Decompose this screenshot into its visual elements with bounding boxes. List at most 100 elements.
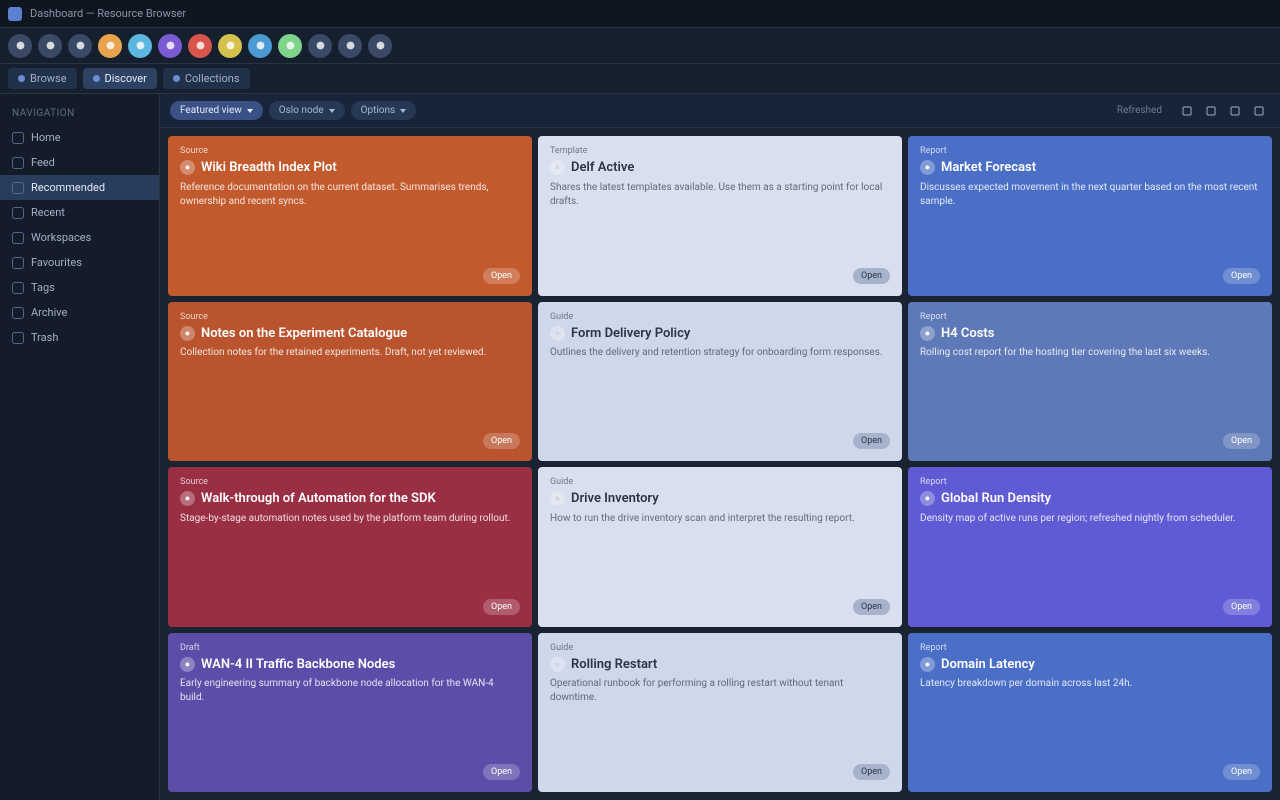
card-title: Global Run Density xyxy=(941,491,1051,507)
card-grid[interactable]: Source ● Wiki Breadth Index Plot Reference … xyxy=(160,128,1280,800)
tab-label: Browse xyxy=(30,72,67,85)
toolbar xyxy=(0,28,1280,64)
card-open-button[interactable]: Open xyxy=(1223,433,1260,449)
trash-icon xyxy=(12,332,24,344)
filter-featured-view[interactable]: Featured view xyxy=(170,101,263,120)
card-desc: Shares the latest templates available. U… xyxy=(550,181,890,262)
app-icon xyxy=(8,7,22,21)
card-desc: Operational runbook for performing a rol… xyxy=(550,677,890,758)
status-label: Refreshed xyxy=(1117,105,1162,116)
grid-view-icon[interactable] xyxy=(1176,100,1198,122)
card[interactable]: Source●Notes on the Experiment Catalogue… xyxy=(168,302,532,462)
card-title: Rolling Restart xyxy=(571,657,657,673)
help-icon[interactable] xyxy=(368,34,392,58)
stack-icon xyxy=(173,75,180,82)
sidebar-item-tags[interactable]: Tags xyxy=(0,275,159,300)
sync-icon[interactable] xyxy=(248,34,272,58)
list-view-icon[interactable] xyxy=(1200,100,1222,122)
sort-icon[interactable] xyxy=(1224,100,1246,122)
card-icon: ● xyxy=(920,326,935,341)
tab-collections[interactable]: Collections xyxy=(163,68,250,89)
record-icon[interactable] xyxy=(188,34,212,58)
more-icon[interactable] xyxy=(1248,100,1270,122)
card-open-button[interactable]: Open xyxy=(483,268,520,284)
feed-icon xyxy=(12,157,24,169)
tab-label: Collections xyxy=(185,72,240,85)
card-title: Domain Latency xyxy=(941,657,1035,673)
avatar-icon[interactable] xyxy=(98,34,122,58)
filter-options[interactable]: Options xyxy=(351,101,417,120)
sidebar-item-trash[interactable]: Trash xyxy=(0,325,159,350)
card[interactable]: Report●Domain LatencyLatency breakdown p… xyxy=(908,633,1272,793)
card-tag: Report xyxy=(920,146,1260,156)
card-tag: Guide xyxy=(550,477,890,487)
sidebar-heading: Navigation xyxy=(0,102,159,125)
sidebar-item-label: Trash xyxy=(31,331,58,344)
filter-oslo-node[interactable]: Oslo node xyxy=(269,101,345,120)
card-desc: Density map of active runs per region; r… xyxy=(920,512,1260,593)
archive-icon xyxy=(12,307,24,319)
tag-icon[interactable] xyxy=(278,34,302,58)
chevron-down-icon xyxy=(400,109,406,113)
card-title: WAN-4 II Traffic Backbone Nodes xyxy=(201,657,395,673)
card-tag: Template xyxy=(550,146,890,156)
card-tag: Report xyxy=(920,477,1260,487)
card[interactable]: Report●Global Run DensityDensity map of … xyxy=(908,467,1272,627)
sidebar-item-label: Recent xyxy=(31,206,65,219)
card-open-button[interactable]: Open xyxy=(1223,599,1260,615)
settings-icon[interactable] xyxy=(338,34,362,58)
card[interactable]: Source●Wiki Breadth Index PlotReference … xyxy=(168,136,532,296)
sidebar-item-workspaces[interactable]: Workspaces xyxy=(0,225,159,250)
home-icon xyxy=(12,132,24,144)
card-desc: Reference documentation on the current d… xyxy=(180,181,520,262)
tab-browse[interactable]: Browse xyxy=(8,68,77,89)
card-title: Market Forecast xyxy=(941,160,1036,176)
card-open-button[interactable]: Open xyxy=(853,599,890,615)
globe-icon[interactable] xyxy=(128,34,152,58)
card-open-button[interactable]: Open xyxy=(1223,268,1260,284)
compass-icon xyxy=(93,75,100,82)
card[interactable]: Report●H4 CostsRolling cost report for t… xyxy=(908,302,1272,462)
back-icon[interactable] xyxy=(38,34,62,58)
forward-icon[interactable] xyxy=(68,34,92,58)
sidebar-item-favourites[interactable]: Favourites xyxy=(0,250,159,275)
card[interactable]: Source●Walk-through of Automation for th… xyxy=(168,467,532,627)
sidebar-item-recommended[interactable]: Recommended xyxy=(0,175,159,200)
card-tag: Guide xyxy=(550,643,890,653)
card-icon: ● xyxy=(550,657,565,672)
card-open-button[interactable]: Open xyxy=(853,268,890,284)
card-open-button[interactable]: Open xyxy=(853,433,890,449)
card-icon: ● xyxy=(180,326,195,341)
tab-discover[interactable]: Discover xyxy=(83,68,157,89)
card[interactable]: Template●Delf ActiveShares the latest te… xyxy=(538,136,902,296)
card-tag: Report xyxy=(920,643,1260,653)
sidebar-item-label: Favourites xyxy=(31,256,82,269)
card[interactable]: Guide●Form Delivery PolicyOutlines the d… xyxy=(538,302,902,462)
card-icon: ● xyxy=(180,657,195,672)
star-icon[interactable] xyxy=(218,34,242,58)
card-open-button[interactable]: Open xyxy=(483,433,520,449)
card-title: Wiki Breadth Index Plot xyxy=(201,160,337,176)
card-open-button[interactable]: Open xyxy=(483,764,520,780)
card-open-button[interactable]: Open xyxy=(483,599,520,615)
sidebar-item-feed[interactable]: Feed xyxy=(0,150,159,175)
sidebar-item-label: Feed xyxy=(31,156,55,169)
card[interactable]: Guide●Drive InventoryHow to run the driv… xyxy=(538,467,902,627)
card-tag: Source xyxy=(180,477,520,487)
grid-icon[interactable] xyxy=(308,34,332,58)
menu-icon[interactable] xyxy=(8,34,32,58)
plugin-icon[interactable] xyxy=(158,34,182,58)
card[interactable]: Draft●WAN-4 II Traffic Backbone NodesEar… xyxy=(168,633,532,793)
card-icon: ● xyxy=(550,491,565,506)
sidebar-item-home[interactable]: Home xyxy=(0,125,159,150)
card[interactable]: Guide ● Rolling Restart Operational runbook… xyxy=(538,633,902,793)
card-title: Form Delivery Policy xyxy=(571,326,690,342)
card[interactable]: Report●Market ForecastDiscusses expected… xyxy=(908,136,1272,296)
card-open-button[interactable]: Open xyxy=(1223,764,1260,780)
tag-icon xyxy=(12,282,24,294)
card-open-button[interactable]: Open xyxy=(853,764,890,780)
sidebar-item-archive[interactable]: Archive xyxy=(0,300,159,325)
sidebar-item-recent[interactable]: Recent xyxy=(0,200,159,225)
card-icon: ● xyxy=(550,326,565,341)
card-title: Drive Inventory xyxy=(571,491,659,507)
